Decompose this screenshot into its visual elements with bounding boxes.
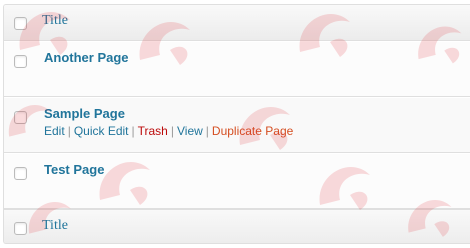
row-checkbox[interactable] bbox=[14, 55, 27, 68]
row-actions: Edit | Quick Edit | Trash | View | Duplicate Pag… bbox=[44, 124, 293, 138]
page-title-link[interactable]: Another Page bbox=[44, 50, 129, 65]
row-checkbox[interactable] bbox=[14, 167, 27, 180]
select-all-checkbox-footer[interactable] bbox=[14, 222, 27, 235]
action-separator: | bbox=[205, 124, 209, 138]
table-header-row: Title bbox=[4, 5, 470, 41]
title-column-header[interactable]: Title bbox=[42, 13, 68, 29]
action-separator: | bbox=[67, 124, 71, 138]
table-footer-row: Title bbox=[4, 209, 470, 243]
select-all-checkbox[interactable] bbox=[14, 17, 27, 30]
view-link[interactable]: View bbox=[177, 124, 203, 138]
quick-edit-link[interactable]: Quick Edit bbox=[74, 124, 129, 138]
edit-link[interactable]: Edit bbox=[44, 124, 65, 138]
trash-link[interactable]: Trash bbox=[138, 124, 168, 138]
page-title-link[interactable]: Sample Page bbox=[44, 106, 125, 121]
duplicate-page-link[interactable]: Duplicate Page bbox=[212, 124, 293, 138]
action-separator: | bbox=[131, 124, 135, 138]
page-title-link[interactable]: Test Page bbox=[44, 162, 104, 177]
title-column-footer[interactable]: Title bbox=[42, 218, 68, 234]
row-checkbox[interactable] bbox=[14, 111, 27, 124]
action-separator: | bbox=[170, 124, 174, 138]
table-row: Test Page bbox=[4, 153, 470, 209]
pages-list-table: Title Another Page Sample Page Edit | Quic… bbox=[3, 4, 470, 244]
table-row: Another Page bbox=[4, 41, 470, 97]
table-row: Sample Page Edit | Quick Edit | Trash | View | D… bbox=[4, 97, 470, 153]
